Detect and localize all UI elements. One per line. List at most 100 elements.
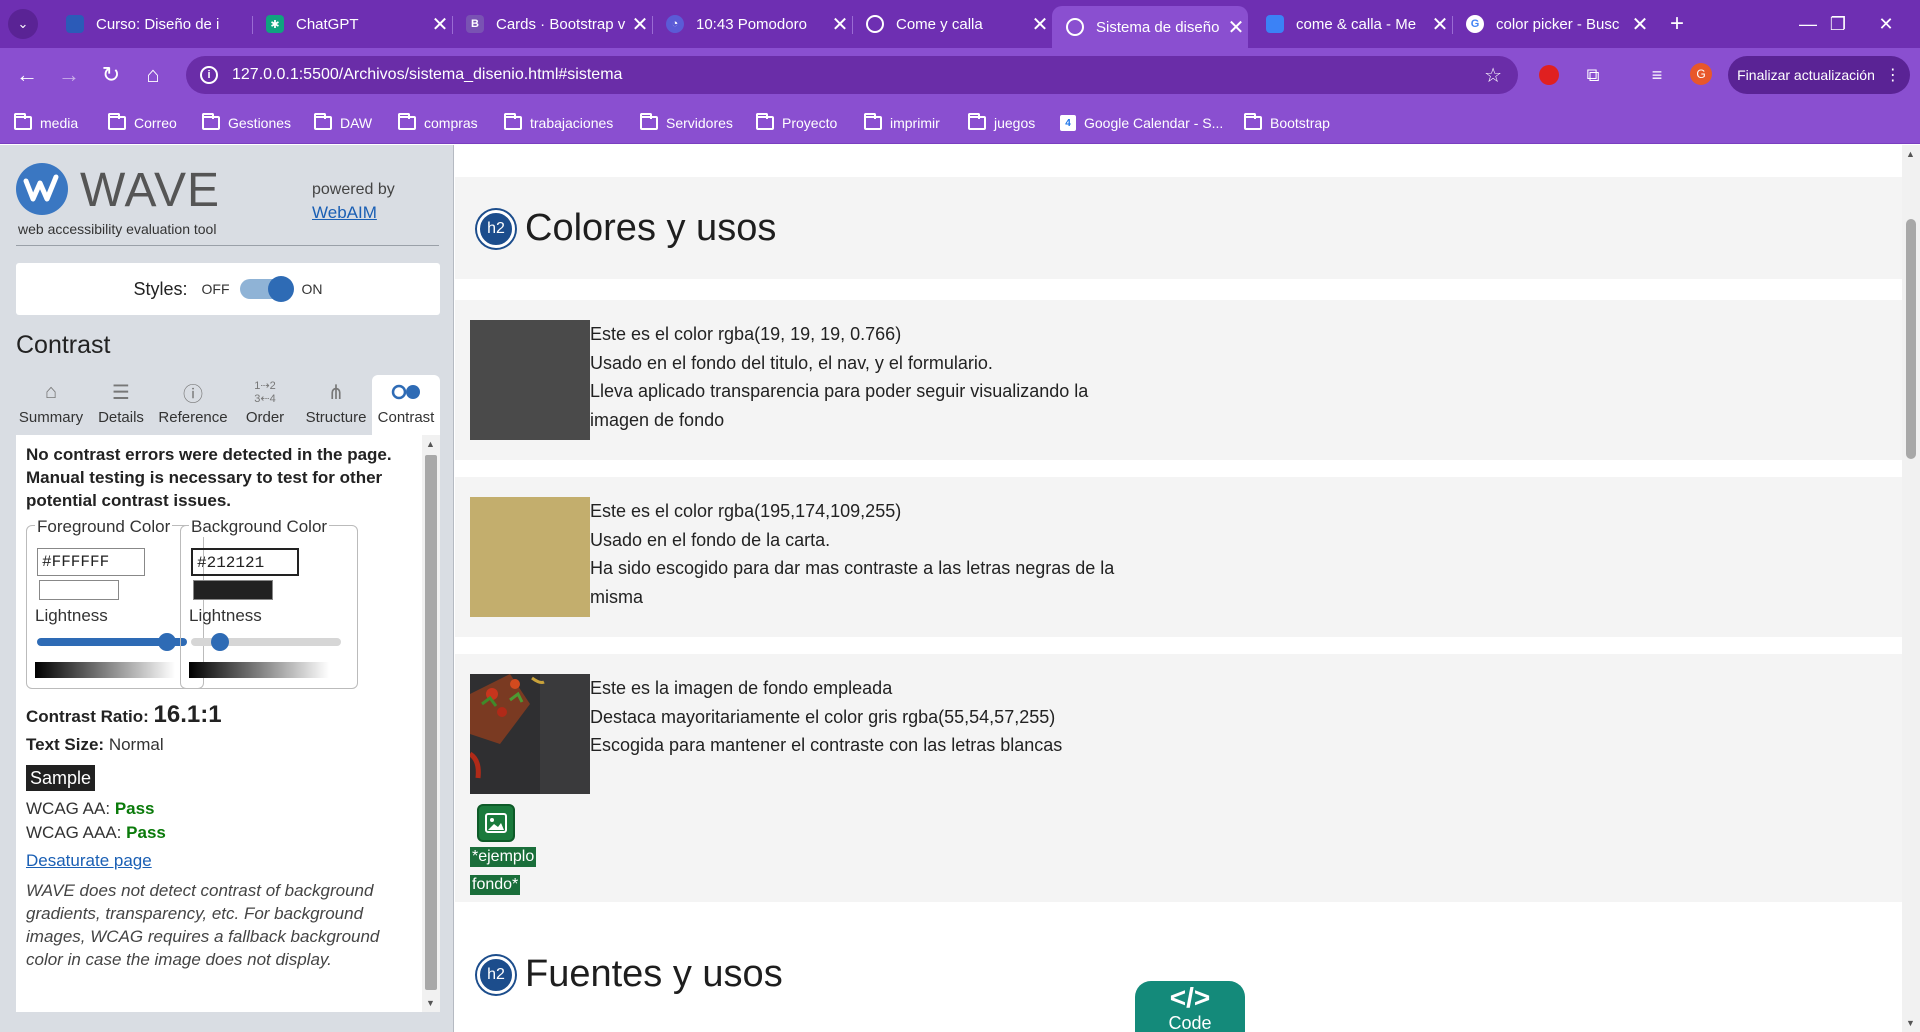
order-numbers-icon: 1⇢2 3⇠4 — [254, 380, 276, 405]
wave-image-alt-icon[interactable] — [477, 804, 515, 842]
tab-label: Reference — [158, 409, 228, 426]
code-panel-tab[interactable]: </> Code — [1135, 981, 1245, 1032]
tab-come-calla-menu[interactable]: come & calla - Me ✕ — [1252, 8, 1452, 40]
bookmark-proyecto[interactable]: Proyecto — [756, 112, 837, 134]
panel-scrollbar[interactable]: ▲ ▼ — [422, 435, 440, 1012]
slider-knob[interactable] — [211, 633, 229, 651]
foreground-lightness-slider[interactable] — [37, 633, 187, 651]
wave-logo-icon — [16, 163, 68, 215]
foreground-lightness-label: Lightness — [35, 606, 108, 625]
h2-marker-icon: h2 — [477, 209, 515, 248]
styles-toggle-switch[interactable] — [239, 276, 294, 302]
tab-label: Come y calla — [896, 15, 983, 33]
close-tab-icon[interactable]: ✕ — [1428, 12, 1452, 37]
background-lightness-slider[interactable] — [191, 633, 341, 651]
bookmark-star-icon[interactable]: ☆ — [1484, 63, 1502, 88]
info-circle-icon: ⓘ — [183, 383, 203, 406]
color-row-background-image: Este es la imagen de fondo empleada Dest… — [455, 654, 1902, 902]
close-window-icon[interactable]: ✕ — [1866, 8, 1906, 40]
extensions-puzzle-icon[interactable]: ⧉ — [1580, 62, 1606, 88]
styles-off-label: OFF — [201, 281, 230, 297]
folder-icon — [14, 113, 32, 130]
contrast-ratio-label: Contrast Ratio: — [26, 707, 149, 726]
h2-marker-icon: h2 — [477, 955, 515, 994]
address-bar[interactable]: i 127.0.0.1:5500/Archivos/sistema_diseni… — [186, 56, 1518, 94]
folder-icon — [864, 113, 882, 130]
kebab-menu-icon: ⋮ — [1884, 67, 1901, 84]
restore-window-icon[interactable]: ❐ — [1818, 8, 1858, 40]
bookmark-trabajaciones[interactable]: trabajaciones — [504, 112, 613, 134]
tab-reference[interactable]: ⓘ Reference — [156, 375, 230, 435]
close-tab-icon[interactable]: ✕ — [1224, 15, 1248, 40]
slider-knob[interactable] — [158, 633, 176, 651]
page-content: h2 Colores y usos Este es el color rgba(… — [455, 145, 1902, 1032]
desaturate-page-link[interactable]: Desaturate page — [26, 851, 152, 871]
foreground-color-group: Foreground Color #FFFFFF Lightness — [26, 517, 204, 689]
scroll-up-arrow-icon[interactable]: ▲ — [426, 439, 435, 449]
scrollbar-thumb[interactable] — [1906, 219, 1916, 459]
bookmark-servidores[interactable]: Servidores — [640, 112, 733, 134]
tab-color-picker-search[interactable]: G color picker - Busc ✕ — [1452, 8, 1652, 40]
close-tab-icon[interactable]: ✕ — [828, 12, 852, 37]
tab-label: 10:43 Pomodoro — [696, 15, 807, 33]
close-tab-icon[interactable]: ✕ — [628, 12, 652, 37]
wave-extension-icon[interactable] — [1536, 62, 1562, 88]
back-arrow-icon[interactable]: ← — [12, 60, 42, 90]
close-tab-icon[interactable]: ✕ — [1628, 12, 1652, 37]
tab-order[interactable]: 1⇢2 3⇠4 Order — [230, 375, 300, 435]
home-icon[interactable]: ⌂ — [138, 60, 168, 90]
webaim-link[interactable]: WebAIM — [312, 203, 377, 223]
bookmark-bootstrap[interactable]: Bootstrap — [1244, 112, 1330, 134]
alt-text-label: fondo* — [470, 875, 521, 895]
finish-update-button[interactable]: Finalizar actualización ⋮ — [1728, 56, 1910, 94]
tab-details[interactable]: ☰ Details — [86, 375, 156, 435]
profile-avatar[interactable]: G — [1690, 63, 1712, 85]
scroll-up-arrow-icon[interactable]: ▲ — [1906, 149, 1915, 159]
tab-label: Summary — [18, 409, 84, 426]
tab-bootstrap-cards[interactable]: B Cards · Bootstrap v ✕ — [452, 8, 652, 40]
update-button-label: Finalizar actualización — [1737, 67, 1875, 83]
page-scrollbar[interactable]: ▲ ▼ — [1902, 145, 1920, 1032]
tab-search-menu-button[interactable]: ⌄ — [8, 9, 38, 39]
tab-come-y-calla[interactable]: Come y calla ✕ — [852, 8, 1052, 40]
close-tab-icon[interactable]: ✕ — [428, 12, 452, 37]
foreground-hex-input[interactable]: #FFFFFF — [37, 548, 145, 576]
tab-pomodoro[interactable]: ◔ 10:43 Pomodoro ✕ — [652, 8, 852, 40]
course-favicon-icon — [66, 15, 84, 33]
close-tab-icon[interactable]: ✕ — [1028, 12, 1052, 37]
color-swatch-dark — [470, 320, 590, 440]
bookmark-imprimir[interactable]: imprimir — [864, 112, 940, 134]
bookmark-google-calendar[interactable]: 4 Google Calendar - S... — [1060, 112, 1223, 134]
tab-sistema-de-diseno[interactable]: Sistema de diseño ✕ — [1052, 6, 1248, 48]
forward-arrow-icon[interactable]: → — [54, 60, 84, 90]
tab-summary[interactable]: ⌂ Summary — [16, 375, 86, 435]
bookmark-compras[interactable]: compras — [398, 112, 478, 134]
wave-title: WAVE — [80, 164, 221, 217]
tab-label: Sistema de diseño — [1096, 18, 1220, 36]
scroll-down-arrow-icon[interactable]: ▼ — [1906, 1018, 1915, 1028]
document-favicon-icon — [1266, 15, 1284, 33]
folder-icon — [1244, 113, 1262, 130]
tab-structure[interactable]: ⋔ Structure — [300, 375, 372, 435]
background-hex-input[interactable]: #212121 — [191, 548, 299, 576]
bookmark-daw[interactable]: DAW — [314, 112, 372, 134]
site-info-icon[interactable]: i — [200, 66, 218, 84]
new-tab-button[interactable]: + — [1662, 9, 1692, 39]
bookmark-gestiones[interactable]: Gestiones — [202, 112, 291, 134]
address-url[interactable]: 127.0.0.1:5500/Archivos/sistema_disenio.… — [232, 66, 622, 84]
reload-icon[interactable]: ↻ — [96, 60, 126, 90]
wave-sidebar: WAVE web accessibility evaluation tool p… — [0, 145, 454, 1032]
wcag-aa-result: WCAG AA: Pass — [26, 799, 155, 818]
bookmark-correo[interactable]: Correo — [108, 112, 177, 134]
contrast-sample: Sample — [26, 765, 96, 791]
tab-contrast[interactable]: Contrast — [372, 375, 440, 435]
bookmark-media[interactable]: media — [14, 112, 78, 134]
scrollbar-thumb[interactable] — [425, 455, 437, 990]
tab-curso[interactable]: Curso: Diseño de i — [52, 8, 252, 40]
folder-icon — [504, 113, 522, 130]
bookmark-juegos[interactable]: juegos — [968, 112, 1035, 134]
contrast-note: WAVE does not detect contrast of backgro… — [26, 881, 380, 969]
scroll-down-arrow-icon[interactable]: ▼ — [426, 998, 435, 1008]
tab-chatgpt[interactable]: ✱ ChatGPT ✕ — [252, 8, 452, 40]
reading-list-icon[interactable]: ≡ — [1644, 62, 1670, 88]
